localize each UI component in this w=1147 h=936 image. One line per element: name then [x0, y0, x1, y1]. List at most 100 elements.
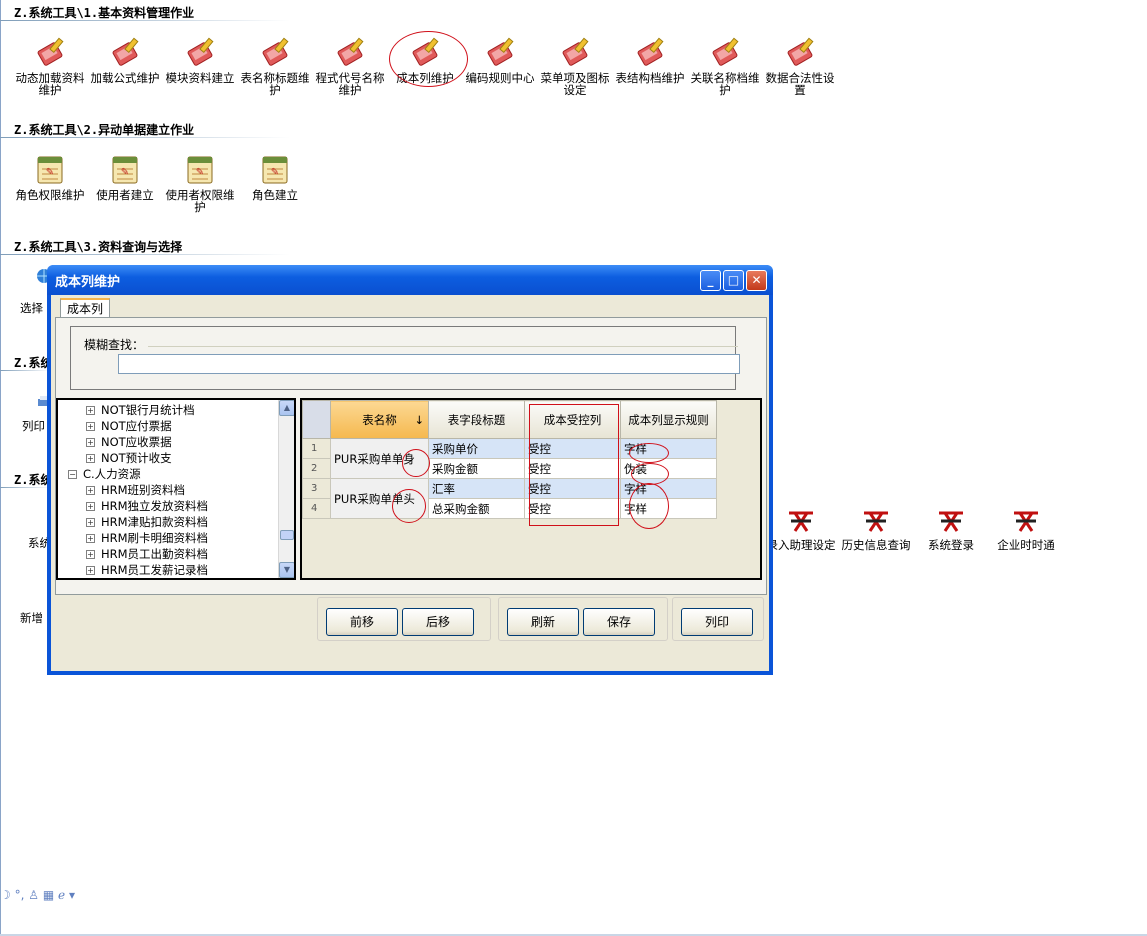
cell-display-rule[interactable]: 字样 — [620, 498, 717, 519]
chevron-down-icon: ▾ — [68, 888, 75, 902]
expand-toggle-icon[interactable]: + — [86, 438, 95, 447]
cell-display-rule[interactable]: 字样 — [620, 438, 717, 459]
cell-table-name[interactable]: PUR采购单单身 — [330, 438, 429, 479]
dialog-titlebar[interactable]: 成本列维护 _ □ ✕ — [47, 265, 773, 295]
tree-node-label: HRM独立发放资料档 — [101, 499, 209, 513]
expand-toggle-icon[interactable]: + — [86, 422, 95, 431]
tool-select[interactable]: 选择 — [2, 268, 52, 314]
scroll-down-button[interactable]: ▼ — [279, 562, 294, 578]
prev-button[interactable]: 前移 — [326, 608, 398, 636]
cell-display-rule[interactable]: 字样 — [620, 478, 717, 499]
cell-cost-controlled[interactable]: 受控 — [524, 458, 621, 479]
table-row[interactable]: 1 PUR采购单单身 采购单价 受控 字样 — [302, 438, 717, 479]
cell-display-rule[interactable]: 伪装 — [620, 458, 717, 479]
expand-toggle-icon[interactable]: + — [86, 518, 95, 527]
expand-toggle-icon[interactable]: + — [86, 566, 95, 575]
tool-label: 编码规则中心 — [465, 71, 535, 85]
tree-node[interactable]: + HRM独立发放资料档 — [86, 498, 208, 514]
tree-node[interactable]: + HRM刷卡明细资料档 — [86, 530, 208, 546]
expand-toggle-icon[interactable]: + — [86, 406, 95, 415]
table-tree[interactable]: + NOT银行月统计档 + NOT应付票据 + NOT应收票据 + NOT预计收支 − C.人力资… — [56, 398, 296, 580]
notepad-icon: ✎ — [262, 156, 288, 184]
header-display-rule[interactable]: 成本列显示规则 — [620, 400, 717, 439]
tool-item[interactable]: 表名称标题维护 — [238, 36, 312, 96]
tool-item[interactable]: 关联名称档维护 — [688, 36, 762, 96]
search-input[interactable] — [118, 354, 740, 374]
tool-print[interactable]: 列印 — [2, 394, 52, 432]
cell-field-title[interactable]: 总采购金额 — [428, 498, 525, 519]
cell-field-title[interactable]: 采购单价 — [428, 438, 525, 459]
cell-field-title[interactable]: 汇率 — [428, 478, 525, 499]
tool-brush-icon — [412, 37, 439, 66]
tree-node-label: NOT预计收支 — [101, 451, 172, 465]
tool-item[interactable]: 菜单项及图标设定 — [538, 36, 612, 96]
tree-node[interactable]: + NOT预计收支 — [86, 450, 172, 466]
tool-item[interactable]: 成本列维护 — [388, 36, 462, 84]
tree-node[interactable]: − C.人力资源 — [68, 466, 141, 482]
grid-corner[interactable] — [302, 400, 331, 439]
tool-label: 角色建立 — [252, 188, 298, 202]
tool-label: 角色权限维护 — [15, 188, 85, 202]
tree-node-label: HRM班别资料档 — [101, 483, 186, 497]
tray-icons[interactable]: ☽ °, ♙ ▦ ℯ ▾ — [0, 888, 75, 902]
maximize-button[interactable]: □ — [723, 269, 744, 291]
header-table-name[interactable]: 表名称 ↓ — [330, 400, 429, 439]
tool-item[interactable]: 历史信息查询 — [839, 503, 913, 551]
tree-node[interactable]: + HRM员工出勤资料档 — [86, 546, 208, 562]
expand-toggle-icon[interactable]: + — [86, 502, 95, 511]
row-number: 3 — [302, 478, 331, 499]
tool-item[interactable]: ✎ 角色建立 — [238, 153, 312, 201]
tool-item[interactable]: 录入助理设定 — [764, 503, 838, 551]
tree-scrollbar[interactable]: ▲ ▼ — [278, 400, 294, 578]
tree-node[interactable]: + HRM班别资料档 — [86, 482, 185, 498]
tool-item[interactable]: ✎ 角色权限维护 — [13, 153, 87, 201]
tool-item[interactable]: 系统登录 — [914, 503, 988, 551]
tool-item[interactable]: ✎ 使用者建立 — [88, 153, 162, 201]
tool-item[interactable]: 加载公式维护 — [88, 36, 162, 84]
minimize-button[interactable]: _ — [700, 269, 721, 291]
tool-label: 程式代号名称维护 — [315, 71, 385, 97]
scroll-up-button[interactable]: ▲ — [279, 400, 294, 416]
scroll-thumb[interactable] — [280, 530, 294, 540]
tool-item[interactable]: 数据合法性设置 — [763, 36, 837, 96]
tool-item[interactable]: 模块资料建立 — [163, 36, 237, 84]
chevron-down-icon: ▼ — [283, 565, 291, 574]
cell-cost-controlled[interactable]: 受控 — [524, 498, 621, 519]
tool-item[interactable]: 表结构档维护 — [613, 36, 687, 84]
expand-toggle-icon[interactable]: − — [68, 470, 77, 479]
tree-node[interactable]: + NOT应付票据 — [86, 418, 172, 434]
minimize-icon: _ — [707, 273, 714, 287]
svg-text:✎: ✎ — [196, 167, 204, 178]
tree-node[interactable]: + HRM员工发薪记录档 — [86, 562, 208, 578]
tool-item[interactable]: 程式代号名称维护 — [313, 36, 387, 96]
header-field-title[interactable]: 表字段标题 — [428, 400, 525, 439]
moon-icon: ☽ — [0, 888, 11, 902]
tool-label: 关联名称档维护 — [690, 71, 760, 97]
tree-node[interactable]: + NOT应收票据 — [86, 434, 172, 450]
notepad-icon: ✎ — [112, 156, 138, 184]
table-row[interactable]: 3 PUR采购单单头 汇率 受控 字样 — [302, 478, 717, 519]
save-button[interactable]: 保存 — [583, 608, 655, 636]
cell-field-title[interactable]: 采购金额 — [428, 458, 525, 479]
tool-item[interactable]: 编码规则中心 — [463, 36, 537, 84]
tool-item[interactable]: 企业时时通 — [989, 503, 1063, 551]
header-cost-controlled[interactable]: 成本受控列 — [524, 400, 621, 439]
degree-icon: °, — [14, 888, 25, 902]
expand-toggle-icon[interactable]: + — [86, 550, 95, 559]
refresh-button[interactable]: 刷新 — [507, 608, 579, 636]
close-button[interactable]: ✕ — [746, 269, 767, 291]
expand-toggle-icon[interactable]: + — [86, 486, 95, 495]
print-button[interactable]: 列印 — [681, 608, 753, 636]
expand-toggle-icon[interactable]: + — [86, 454, 95, 463]
next-button[interactable]: 后移 — [402, 608, 474, 636]
cell-cost-controlled[interactable]: 受控 — [524, 438, 621, 459]
tool-brush-icon — [787, 37, 814, 66]
expand-toggle-icon[interactable]: + — [86, 534, 95, 543]
cell-table-name[interactable]: PUR采购单单头 — [330, 478, 429, 519]
tree-node[interactable]: + HRM津贴扣款资料档 — [86, 514, 208, 530]
tool-item[interactable]: ✎ 使用者权限维护 — [163, 153, 237, 213]
tool-item[interactable]: 动态加载资料维护 — [13, 36, 87, 96]
tab-cost-column[interactable]: 成本列 — [60, 298, 111, 318]
tree-node[interactable]: + NOT银行月统计档 — [86, 402, 195, 418]
cell-cost-controlled[interactable]: 受控 — [524, 478, 621, 499]
